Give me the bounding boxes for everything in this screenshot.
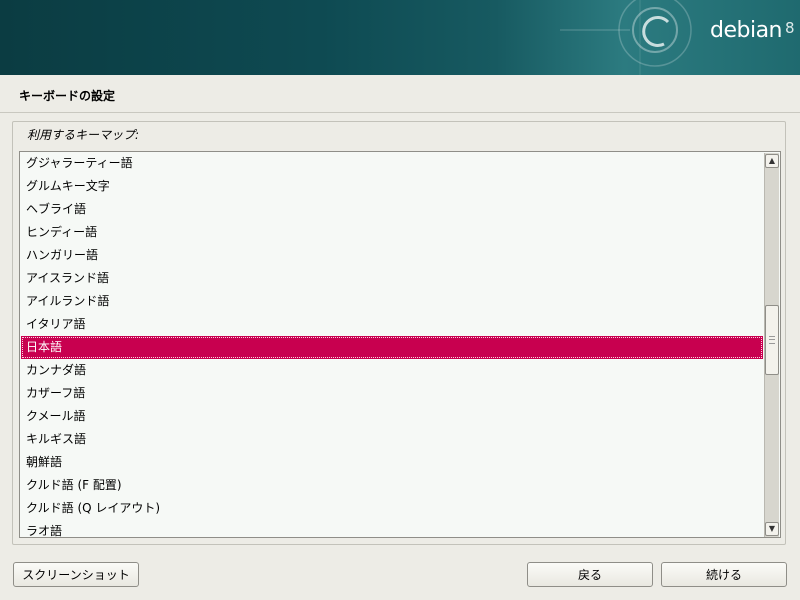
debian-logo: debian 8 xyxy=(710,18,795,43)
back-button[interactable]: 戻る xyxy=(527,562,653,587)
keymap-list-item[interactable]: アイスランド語 xyxy=(21,267,763,290)
keymap-list-item[interactable]: クルド語 (Q レイアウト) xyxy=(21,497,763,520)
keymap-list-item[interactable]: カザーフ語 xyxy=(21,382,763,405)
keymap-label: 利用するキーマップ: xyxy=(27,128,140,142)
grip-icon xyxy=(769,336,775,344)
screenshot-button[interactable]: スクリーンショット xyxy=(13,562,139,587)
keymap-list-item[interactable]: ラオ語 xyxy=(21,520,763,537)
debian-swirl-icon xyxy=(560,0,692,75)
keymap-list-item[interactable]: クメール語 xyxy=(21,405,763,428)
keymap-list-item[interactable]: アイルランド語 xyxy=(21,290,763,313)
keymap-list-item[interactable]: イタリア語 xyxy=(21,313,763,336)
keymap-list-item[interactable]: 朝鮮語 xyxy=(21,451,763,474)
vertical-scrollbar[interactable]: ▲ ▼ xyxy=(764,153,779,537)
page-title: キーボードの設定 xyxy=(19,89,116,103)
keymap-list-item[interactable]: クルド語 (F 配置) xyxy=(21,474,763,497)
keymap-list-item[interactable]: カンナダ語 xyxy=(21,359,763,382)
brand-name: debian xyxy=(710,18,783,43)
keymap-list-item[interactable]: ヒンディー語 xyxy=(21,221,763,244)
keymap-list-item[interactable]: グルムキー文字 xyxy=(21,175,763,198)
continue-button[interactable]: 続ける xyxy=(661,562,787,587)
keymap-list-item[interactable]: グジャラーティー語 xyxy=(21,152,763,175)
scroll-down-arrow-icon[interactable]: ▼ xyxy=(765,522,779,536)
keymap-list[interactable]: グジャラーティー語 グルムキー文字 ヘブライ語 ヒンディー語 ハンガリー語 アイスランド語… xyxy=(19,151,781,538)
keymap-list-item[interactable]: 日本語 xyxy=(21,336,763,359)
keymap-list-item[interactable]: ヘブライ語 xyxy=(21,198,763,221)
keymap-list-item[interactable]: キルギス語 xyxy=(21,428,763,451)
header-banner: debian 8 xyxy=(0,0,800,75)
scroll-up-arrow-icon[interactable]: ▲ xyxy=(765,154,779,168)
keymap-list-item[interactable]: ハンガリー語 xyxy=(21,244,763,267)
brand-version: 8 xyxy=(785,19,795,37)
keymap-list-items: グジャラーティー語 グルムキー文字 ヘブライ語 ヒンディー語 ハンガリー語 アイスランド語… xyxy=(21,152,763,537)
scrollbar-thumb[interactable] xyxy=(765,305,779,375)
title-separator xyxy=(0,112,800,113)
